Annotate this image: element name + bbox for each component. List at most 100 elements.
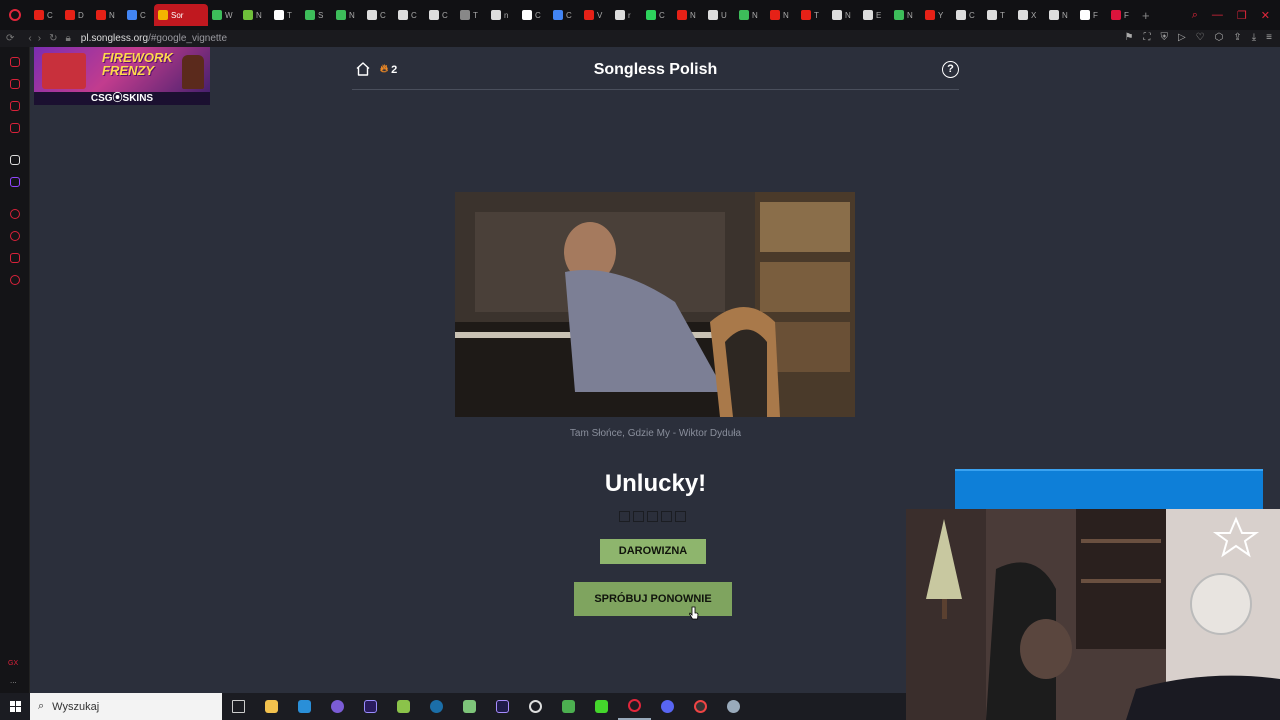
music-video-frame[interactable] xyxy=(455,192,855,417)
share-icon[interactable]: ⇪ xyxy=(1233,32,1241,43)
obs-icon[interactable] xyxy=(321,693,354,720)
result-title: Unlucky! xyxy=(604,470,707,497)
play-icon[interactable]: ▷ xyxy=(1178,32,1186,43)
ad-brand: CSG⦿SKINS xyxy=(34,92,210,105)
forward-icon[interactable]: › xyxy=(38,33,41,44)
window-controls: ⌕ — ❐ ✕ xyxy=(1192,0,1280,30)
browser-tab[interactable]: T xyxy=(797,4,828,26)
after-effects-icon[interactable] xyxy=(354,693,387,720)
visual-studio-code-icon[interactable] xyxy=(288,693,321,720)
sidebar-settings-icon[interactable] xyxy=(10,275,20,285)
search-tabs-icon[interactable]: ⌕ xyxy=(1192,9,1198,22)
tab-label: N xyxy=(349,10,355,20)
sidebar-gx-control-icon[interactable] xyxy=(10,79,20,89)
misc-app-icon[interactable] xyxy=(717,693,750,720)
task-view-icon[interactable] xyxy=(222,693,255,720)
refresh-icon[interactable]: ↻ xyxy=(49,33,57,44)
page-title: Songless Polish xyxy=(593,61,718,78)
razer-icon[interactable] xyxy=(585,693,618,720)
donate-button[interactable]: DAROWIZNA xyxy=(600,539,706,564)
url-field[interactable]: pl.songless.org/#google_vignette xyxy=(81,33,227,44)
browser-tab[interactable]: C xyxy=(30,4,61,26)
browser-tab[interactable]: W xyxy=(208,4,239,26)
premiere-pro-icon[interactable] xyxy=(486,693,519,720)
browser-tab[interactable]: T xyxy=(983,4,1014,26)
browser-tab[interactable]: N xyxy=(332,4,363,26)
settings-gear-icon[interactable] xyxy=(519,693,552,720)
browser-tab[interactable]: Y xyxy=(921,4,952,26)
browser-tab[interactable]: F xyxy=(1107,4,1138,26)
sidebar-history-icon[interactable] xyxy=(10,231,20,241)
browser-tab[interactable]: C xyxy=(123,4,154,26)
back-icon[interactable]: ‹ xyxy=(28,33,31,44)
browser-tab[interactable]: T xyxy=(456,4,487,26)
browser-tab[interactable]: N xyxy=(766,4,797,26)
browser-tab[interactable]: C xyxy=(518,4,549,26)
tab-active-songless[interactable]: Sor xyxy=(154,4,208,26)
shield-icon[interactable]: ⛨ xyxy=(1160,32,1168,43)
windows-start-icon[interactable] xyxy=(0,693,30,720)
notepad-icon[interactable] xyxy=(453,693,486,720)
browser-tab[interactable]: N xyxy=(1045,4,1076,26)
browser-tab[interactable]: X xyxy=(1014,4,1045,26)
opera-menu-icon[interactable] xyxy=(0,0,30,30)
tab-favicon-icon xyxy=(646,10,656,20)
tab-favicon-icon xyxy=(34,10,44,20)
browser-tab[interactable]: N xyxy=(239,4,270,26)
attempt-box xyxy=(675,511,686,522)
browser-tab[interactable]: C xyxy=(952,4,983,26)
new-tab-icon[interactable]: + xyxy=(1142,8,1150,23)
close-window-icon[interactable]: ✕ xyxy=(1261,9,1270,22)
menu-icon[interactable]: ≡ xyxy=(1266,32,1272,43)
tab-label: V xyxy=(597,10,603,20)
browser-tab[interactable]: N xyxy=(828,4,859,26)
browser-tab[interactable]: F xyxy=(1076,4,1107,26)
sidebar-player-icon[interactable] xyxy=(10,209,20,219)
browser-tab[interactable]: n xyxy=(487,4,518,26)
browser-tab[interactable]: V xyxy=(580,4,611,26)
minimize-icon[interactable]: — xyxy=(1212,9,1223,21)
sidebar-extensions-icon[interactable] xyxy=(10,253,20,263)
browser-tab[interactable]: C xyxy=(642,4,673,26)
sidebar-more-icon[interactable]: ... xyxy=(10,676,17,685)
browser-tab[interactable]: T xyxy=(270,4,301,26)
taskbar-search[interactable]: ⌕ Wyszukaj xyxy=(30,693,222,720)
reload-icon[interactable]: ⟳ xyxy=(6,33,14,44)
bookmark-icon[interactable]: ⚑ xyxy=(1124,32,1133,43)
browser-tab[interactable]: U xyxy=(704,4,735,26)
sidebar-twitch-icon[interactable] xyxy=(10,177,20,187)
browser-tab[interactable]: E xyxy=(859,4,890,26)
sidebar-video-icon[interactable] xyxy=(10,123,20,133)
help-icon[interactable]: ? xyxy=(942,61,959,78)
chrome-icon[interactable] xyxy=(684,693,717,720)
sidebar-messenger-icon[interactable] xyxy=(10,101,20,111)
browser-tab[interactable]: N xyxy=(92,4,123,26)
minecraft-icon[interactable] xyxy=(552,693,585,720)
sidebar-reload-icon[interactable] xyxy=(10,57,20,67)
browser-tab[interactable]: N xyxy=(735,4,766,26)
download-icon[interactable]: ⤓ xyxy=(1252,32,1256,43)
ad-banner[interactable]: FIREWORK FRENZY CSG⦿SKINS xyxy=(34,47,210,105)
browser-tab[interactable]: r xyxy=(611,4,642,26)
sidebar-aria-icon[interactable] xyxy=(10,155,20,165)
windows-taskbar: ⌕ Wyszukaj xyxy=(0,693,906,720)
browser-tab[interactable]: D xyxy=(61,4,92,26)
steam-icon[interactable] xyxy=(420,693,453,720)
browser-tab[interactable]: S xyxy=(301,4,332,26)
heart-icon[interactable]: ♡ xyxy=(1196,32,1205,43)
browser-tab[interactable]: N xyxy=(673,4,704,26)
extensions-icon[interactable]: ⬡ xyxy=(1215,32,1224,43)
retry-button[interactable]: SPRÓBUJ PONOWNIE xyxy=(574,582,732,616)
gpu-app-icon[interactable] xyxy=(387,693,420,720)
snapshot-icon[interactable]: ⛶ xyxy=(1143,32,1150,43)
opera-gx-taskbar-icon[interactable] xyxy=(618,693,651,720)
browser-tab[interactable]: C xyxy=(425,4,456,26)
maximize-icon[interactable]: ❐ xyxy=(1237,9,1247,22)
file-explorer-icon[interactable] xyxy=(255,693,288,720)
browser-tab[interactable]: C xyxy=(549,4,580,26)
address-bar: ⟳ ‹ › ↻ 🔒︎ pl.songless.org/#google_vigne… xyxy=(0,30,1280,47)
browser-tab[interactable]: C xyxy=(363,4,394,26)
browser-tab[interactable]: N xyxy=(890,4,921,26)
browser-tab[interactable]: C xyxy=(394,4,425,26)
discord-icon[interactable] xyxy=(651,693,684,720)
